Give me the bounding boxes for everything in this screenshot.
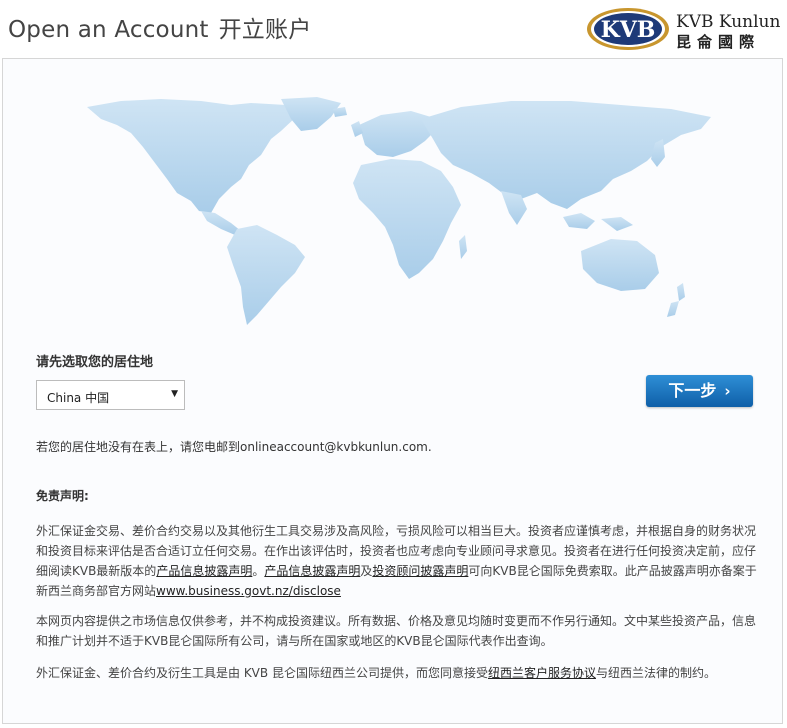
disclaimer-paragraph-2: 本网页内容提供之市场信息仅供参考，并不构成投资建议。所有数据、价格及意见均随时变…	[36, 614, 757, 648]
disclaimer-p1-text-b: 。	[252, 564, 265, 578]
logo-text-en: KVB Kunlun	[676, 12, 781, 32]
page-title-en: Open an Account	[8, 17, 209, 43]
header: Open an Account 开立账户 KVB KVB Kunlun 昆侖國際	[0, 0, 787, 58]
page-title: Open an Account 开立账户	[8, 10, 311, 44]
logo-emblem-text: KVB	[601, 17, 656, 43]
disclaimer-p3-text-a: 外汇保证金、差价合约及衍生工具是由 KVB 昆仑国际纽西兰公司提供，而您同意接受	[36, 666, 488, 680]
chevron-right-icon: ›	[724, 382, 731, 400]
account-panel: 请先选取您的居住地 China 中国 ▼ 下一步 › 若您的居住地没有在表上，请您…	[2, 58, 783, 724]
not-listed-note: 若您的居住地没有在表上，请您电邮到onlineaccount@kvbkunlun…	[36, 440, 432, 454]
next-button-label: 下一步	[668, 381, 717, 400]
business-govt-link[interactable]: www.business.govt.nz/disclose	[156, 584, 341, 598]
kvb-logo[interactable]: KVB KVB Kunlun 昆侖國際	[585, 6, 781, 52]
page-title-cn: 开立账户	[218, 17, 312, 43]
kvb-emblem-icon: KVB	[587, 8, 669, 50]
country-select-value: China 中国	[47, 391, 110, 405]
world-map-image	[87, 97, 711, 325]
advisor-disclosure-link[interactable]: 投资顾问披露声明	[372, 564, 468, 578]
residence-label: 请先选取您的居住地	[36, 355, 154, 370]
dropdown-arrow-icon: ▼	[171, 389, 178, 399]
nz-service-agreement-link[interactable]: 纽西兰客户服务协议	[488, 666, 596, 680]
product-disclosure-link-2[interactable]: 产品信息披露声明	[264, 564, 360, 578]
logo-text-cn: 昆侖國際	[676, 33, 761, 51]
product-disclosure-link[interactable]: 产品信息披露声明	[156, 564, 252, 578]
country-select[interactable]: China 中国 ▼	[36, 380, 185, 410]
disclaimer-title: 免责声明:	[36, 489, 89, 503]
disclaimer-paragraph-1: 外汇保证金交易、差价合约交易以及其他衍生工具交易涉及高风险，亏损风险可以相当巨大…	[36, 521, 760, 601]
next-button[interactable]: 下一步 ›	[646, 375, 753, 407]
disclaimer-p3-text-b: 与纽西兰法律的制约。	[595, 666, 716, 680]
disclaimer-p1-text-c: 及	[360, 564, 373, 578]
disclaimer-paragraph-3: 外汇保证金、差价合约及衍生工具是由 KVB 昆仑国际纽西兰公司提供，而您同意接受…	[36, 663, 760, 683]
